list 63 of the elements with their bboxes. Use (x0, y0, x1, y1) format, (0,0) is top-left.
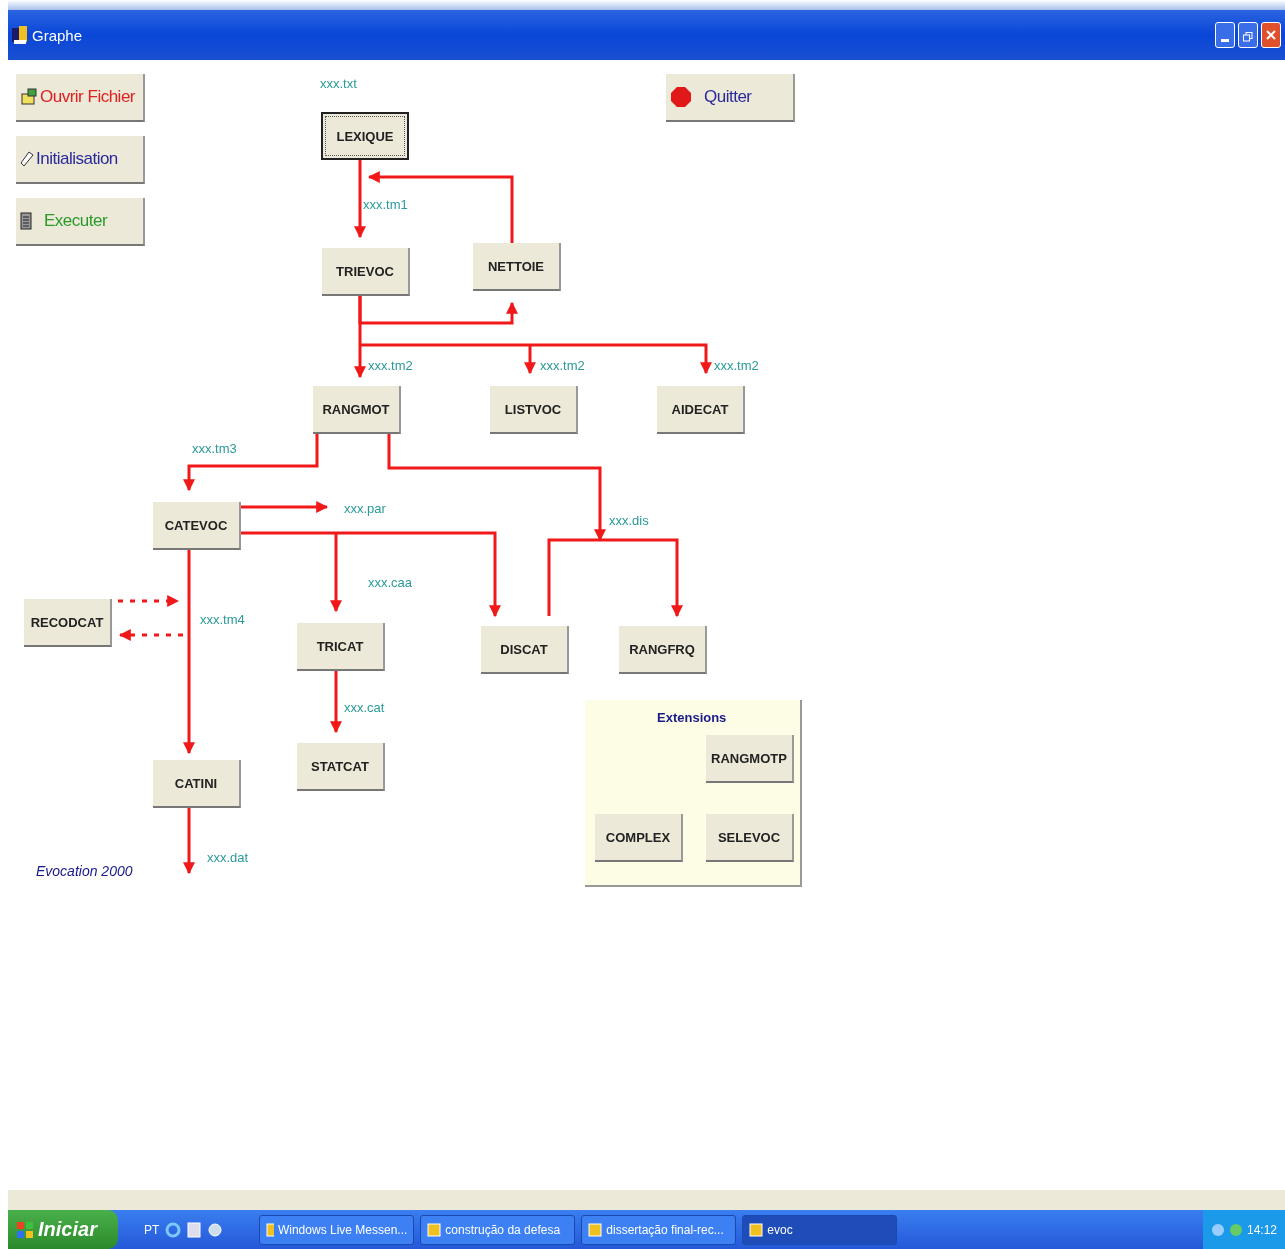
taskbar-button[interactable]: construção da defesa (420, 1214, 576, 1245)
language-indicator[interactable]: PT (144, 1222, 160, 1237)
module-button[interactable]: CATINI (153, 760, 241, 808)
file-label: xxx.tm2 (714, 358, 759, 373)
module-button[interactable]: LEXIQUE (321, 112, 409, 160)
stop-sign-icon (670, 86, 692, 108)
module-button[interactable]: STATCAT (297, 743, 385, 791)
file-label: xxx.dat (207, 850, 249, 865)
init-button[interactable]: Initialisation (16, 136, 145, 184)
module-button[interactable]: TRIEVOC (322, 248, 410, 296)
signature-text: Evocation 2000 (36, 863, 133, 879)
flow-arrow (183, 808, 195, 875)
taskbar-button[interactable]: dissertação final-rec... (581, 1214, 737, 1245)
file-label: xxx.caa (368, 575, 413, 590)
file-label: xxx.tm1 (363, 197, 408, 212)
close-button[interactable] (1261, 22, 1281, 48)
flow-arrow (330, 671, 342, 734)
file-label: xxx.cat (344, 700, 385, 715)
module-button[interactable]: SELEVOC (706, 814, 794, 862)
module-button[interactable]: LISTVOC (490, 386, 578, 434)
app-icon (12, 26, 28, 44)
panel-title: Extensions (657, 710, 727, 725)
folder-icon (20, 88, 38, 106)
media-icon[interactable] (207, 1221, 224, 1238)
module-button[interactable]: RANGFRQ (619, 626, 707, 674)
document-icon (20, 212, 32, 230)
restore-icon (1243, 32, 1253, 42)
window-icon (266, 1222, 274, 1237)
document-icon[interactable] (187, 1221, 202, 1238)
quit-button[interactable]: Quitter (666, 74, 795, 122)
file-label: xxx.tm2 (540, 358, 585, 373)
window-icon (749, 1222, 764, 1237)
minimize-button[interactable] (1215, 22, 1235, 48)
file-label: xxx.dis (609, 513, 649, 528)
file-label: xxx.txt (320, 76, 357, 91)
module-button[interactable]: RANGMOT (313, 386, 401, 434)
module-button[interactable]: RECODCAT (24, 599, 112, 647)
windows-logo-icon (16, 1220, 34, 1239)
window-icon (427, 1222, 442, 1237)
window-title: Graphe (32, 26, 83, 44)
taskbar-button[interactable]: Windows Live Messen... (259, 1214, 415, 1245)
open-button[interactable]: Ouvrir Fichier (16, 74, 145, 122)
module-button[interactable]: CATEVOC (153, 502, 241, 550)
minimize-icon (1221, 39, 1229, 42)
clock: 14:12 (1246, 1222, 1277, 1237)
maximize-button[interactable] (1238, 22, 1258, 48)
file-label: xxx.tm3 (192, 441, 237, 456)
eraser-icon (20, 151, 34, 167)
module-button[interactable]: NETTOIE (473, 243, 561, 291)
module-button[interactable]: RANGMOTP (706, 735, 794, 783)
file-label: xxx.par (344, 501, 386, 516)
start-button[interactable]: Iniciar (8, 1210, 118, 1249)
browser-icon[interactable] (165, 1221, 182, 1238)
flow-arrow (118, 595, 180, 607)
module-button[interactable]: TRICAT (297, 623, 385, 671)
window-icon (588, 1222, 603, 1237)
close-icon (1266, 30, 1276, 40)
module-button[interactable]: AIDECAT (657, 386, 745, 434)
file-label: xxx.tm4 (200, 612, 245, 627)
module-button[interactable]: DISCAT (481, 626, 569, 674)
file-label: xxx.tm2 (368, 358, 413, 373)
taskbar-button[interactable]: evoc (742, 1214, 898, 1245)
module-button[interactable]: COMPLEX (595, 814, 683, 862)
